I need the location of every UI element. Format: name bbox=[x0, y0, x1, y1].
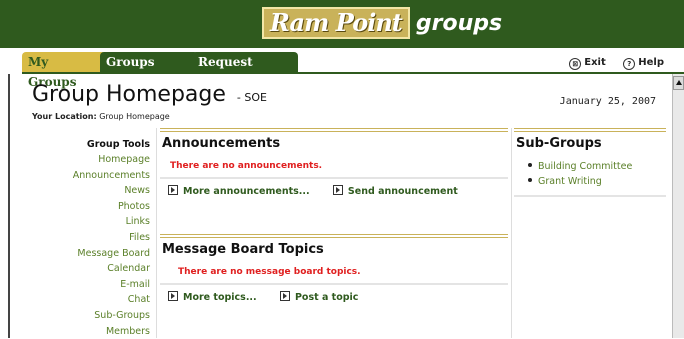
help-icon: ? bbox=[623, 58, 636, 70]
message-board-actions: More topics... Post a topic bbox=[168, 291, 508, 303]
tool-photos[interactable]: Photos bbox=[22, 199, 150, 215]
announcements-empty-message: There are no announcements. bbox=[170, 161, 323, 171]
message-board-empty-message: There are no message board topics. bbox=[178, 267, 361, 277]
send-announcement-label: Send announcement bbox=[347, 186, 458, 197]
header-banner: Ram Point groups bbox=[0, 0, 684, 48]
arrow-right-icon bbox=[279, 291, 290, 301]
location-value: Group Homepage bbox=[99, 112, 170, 121]
exit-icon: ⊠ bbox=[569, 58, 582, 70]
current-date: January 25, 2007 bbox=[559, 96, 656, 107]
tab-request-group[interactable]: Request Group bbox=[192, 52, 298, 89]
vertical-scrollbar[interactable] bbox=[672, 74, 684, 338]
tool-homepage[interactable]: Homepage bbox=[22, 152, 150, 168]
column-divider bbox=[156, 128, 157, 338]
group-tools: Group Tools Homepage Announcements News … bbox=[22, 138, 150, 339]
page-title-text: Group Homepage bbox=[32, 82, 226, 107]
column-divider bbox=[511, 128, 512, 338]
divider bbox=[160, 283, 508, 285]
announcements-title: Announcements bbox=[162, 136, 281, 151]
arrow-right-icon bbox=[168, 185, 178, 195]
sub-group-item[interactable]: Building Committee bbox=[528, 159, 666, 174]
tool-sub-groups[interactable]: Sub-Groups bbox=[22, 308, 150, 324]
more-announcements-label: More announcements... bbox=[183, 186, 310, 197]
divider bbox=[514, 195, 666, 197]
more-topics-label: More topics... bbox=[183, 292, 257, 303]
announcements-section: Announcements There are no announcements… bbox=[160, 128, 508, 197]
exit-link[interactable]: ⊠ Exit bbox=[569, 57, 606, 70]
help-link[interactable]: ? Help bbox=[623, 57, 664, 70]
post-topic-label: Post a topic bbox=[294, 292, 359, 303]
tool-calendar[interactable]: Calendar bbox=[22, 261, 150, 277]
tool-announcements[interactable]: Announcements bbox=[22, 168, 150, 184]
tab-my-groups[interactable]: My Groups bbox=[22, 52, 106, 89]
ram-point-logo[interactable]: Ram Point groups bbox=[262, 6, 502, 40]
breadcrumb: Your Location: Group Homepage bbox=[32, 112, 170, 121]
sub-groups-list: Building Committee Grant Writing bbox=[528, 159, 666, 189]
tool-members[interactable]: Members bbox=[22, 324, 150, 339]
page-subtitle: - SOE bbox=[236, 91, 267, 104]
top-links: ⊠ Exit ? Help bbox=[555, 57, 664, 70]
more-announcements-link[interactable]: More announcements... bbox=[168, 185, 310, 197]
arrow-right-icon bbox=[168, 291, 178, 301]
window-edge bbox=[8, 74, 10, 338]
sub-group-label: Building Committee bbox=[538, 161, 633, 172]
tab-groups-index[interactable]: Groups Index bbox=[100, 52, 198, 89]
tool-chat[interactable]: Chat bbox=[22, 292, 150, 308]
bullet-icon bbox=[528, 163, 532, 167]
divider bbox=[160, 177, 508, 179]
tool-message-board[interactable]: Message Board bbox=[22, 246, 150, 262]
logo-mark: Ram Point bbox=[262, 7, 410, 39]
announcement-actions: More announcements... Send announcement bbox=[168, 185, 508, 197]
tool-news[interactable]: News bbox=[22, 183, 150, 199]
message-board-title: Message Board Topics bbox=[162, 242, 324, 257]
group-tools-heading: Group Tools bbox=[86, 139, 150, 150]
sub-groups-title: Sub-Groups bbox=[516, 136, 602, 151]
send-announcement-link[interactable]: Send announcement bbox=[332, 185, 458, 197]
tool-files[interactable]: Files bbox=[22, 230, 150, 246]
message-board-section: Message Board Topics There are no messag… bbox=[160, 234, 508, 303]
sub-groups-section: Sub-Groups Building Committee Grant Writ… bbox=[514, 128, 666, 197]
scroll-up-arrow-icon[interactable] bbox=[673, 76, 684, 90]
help-label: Help bbox=[638, 57, 664, 68]
page-title: Group Homepage - SOE bbox=[32, 82, 267, 107]
location-label: Your Location: bbox=[32, 112, 97, 121]
tool-email[interactable]: E-mail bbox=[22, 277, 150, 293]
sub-group-label: Grant Writing bbox=[538, 176, 602, 187]
post-topic-link[interactable]: Post a topic bbox=[279, 291, 359, 303]
sub-group-item[interactable]: Grant Writing bbox=[528, 174, 666, 189]
main-content: Group Homepage - SOE January 25, 2007 Yo… bbox=[22, 74, 670, 338]
logo-text: groups bbox=[415, 10, 503, 36]
exit-label: Exit bbox=[584, 57, 606, 68]
bullet-icon bbox=[528, 178, 532, 182]
more-topics-link[interactable]: More topics... bbox=[168, 291, 257, 303]
arrow-right-icon bbox=[332, 185, 343, 195]
tool-links[interactable]: Links bbox=[22, 214, 150, 230]
